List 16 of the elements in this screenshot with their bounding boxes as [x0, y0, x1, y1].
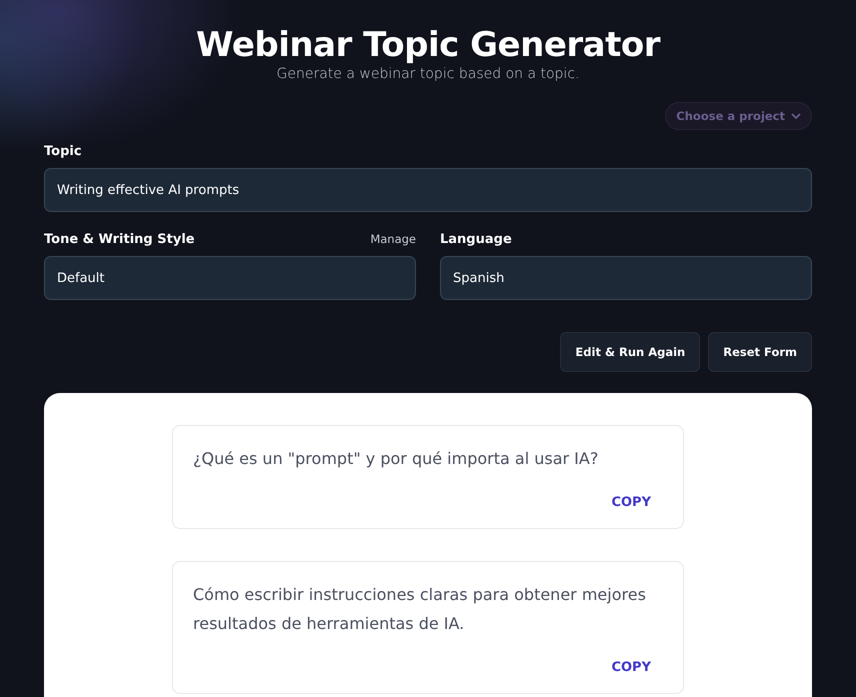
reset-button[interactable]: Reset Form — [708, 332, 812, 372]
copy-button[interactable]: COPY — [611, 656, 651, 679]
copy-button[interactable]: COPY — [611, 491, 651, 514]
page-subtitle: Generate a webinar topic based on a topic. — [276, 66, 580, 82]
topic-suggestion: Cómo escribir instrucciones claras para obtener mejores resultados de herramientas de IA. — [193, 584, 647, 635]
edit-run-button[interactable]: Edit & Run Again — [560, 332, 700, 372]
tone-label: Tone & Writing Style — [44, 232, 195, 247]
manage-link[interactable]: Manage — [370, 232, 416, 246]
topic-label: Topic — [44, 144, 83, 159]
topic-field[interactable]: Writing effective AI prompts — [44, 168, 812, 212]
page-title: Webinar Topic Generator — [195, 24, 662, 66]
language-label: Language — [440, 232, 513, 247]
chevron-down-icon — [791, 112, 801, 120]
topic-suggestion: ¿Qué es un "prompt" y por qué importa al usar IA? — [193, 448, 600, 470]
tone-select[interactable]: Default — [44, 256, 416, 300]
language-select[interactable]: Spanish — [440, 256, 812, 300]
